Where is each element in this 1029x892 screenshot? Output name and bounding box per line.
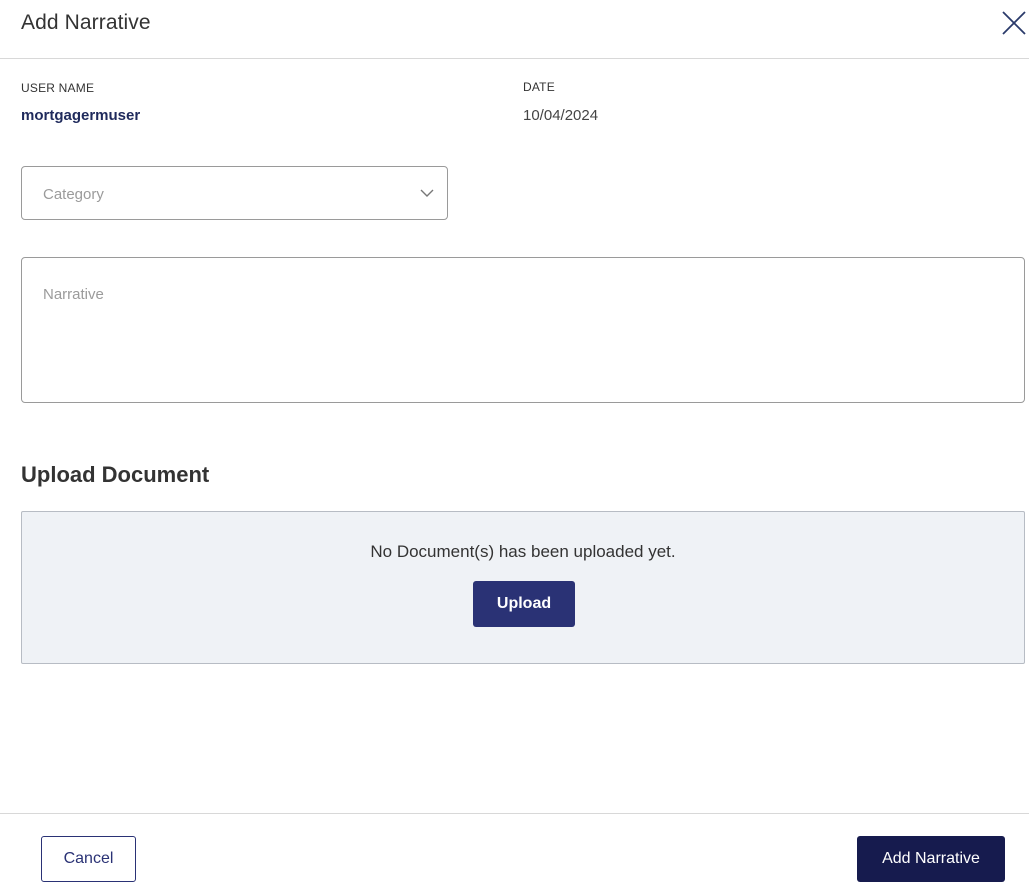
dialog-footer: Cancel Add Narrative [0,813,1029,892]
close-icon [1002,11,1026,35]
user-name-value: mortgagermuser [21,107,141,124]
category-select[interactable]: Category [21,166,448,220]
narrative-field-container [21,257,1025,403]
add-narrative-dialog: Add Narrative USER NAME mortgagermuser D… [0,0,1029,892]
close-button[interactable] [1000,9,1028,37]
date-label: DATE [523,80,555,94]
add-narrative-button[interactable]: Add Narrative [857,836,1005,882]
chevron-down-icon [420,189,434,197]
upload-button[interactable]: Upload [473,581,575,627]
upload-dropzone: No Document(s) has been uploaded yet. Up… [21,511,1025,664]
dialog-header: Add Narrative [0,0,1029,59]
dialog-title: Add Narrative [21,11,151,34]
upload-section-title: Upload Document [21,462,210,487]
date-value: 10/04/2024 [523,107,599,124]
narrative-field[interactable] [22,258,1024,402]
category-placeholder: Category [43,186,104,203]
cancel-button[interactable]: Cancel [41,836,136,882]
upload-empty-message: No Document(s) has been uploaded yet. [370,542,676,561]
user-name-label: USER NAME [21,81,95,95]
